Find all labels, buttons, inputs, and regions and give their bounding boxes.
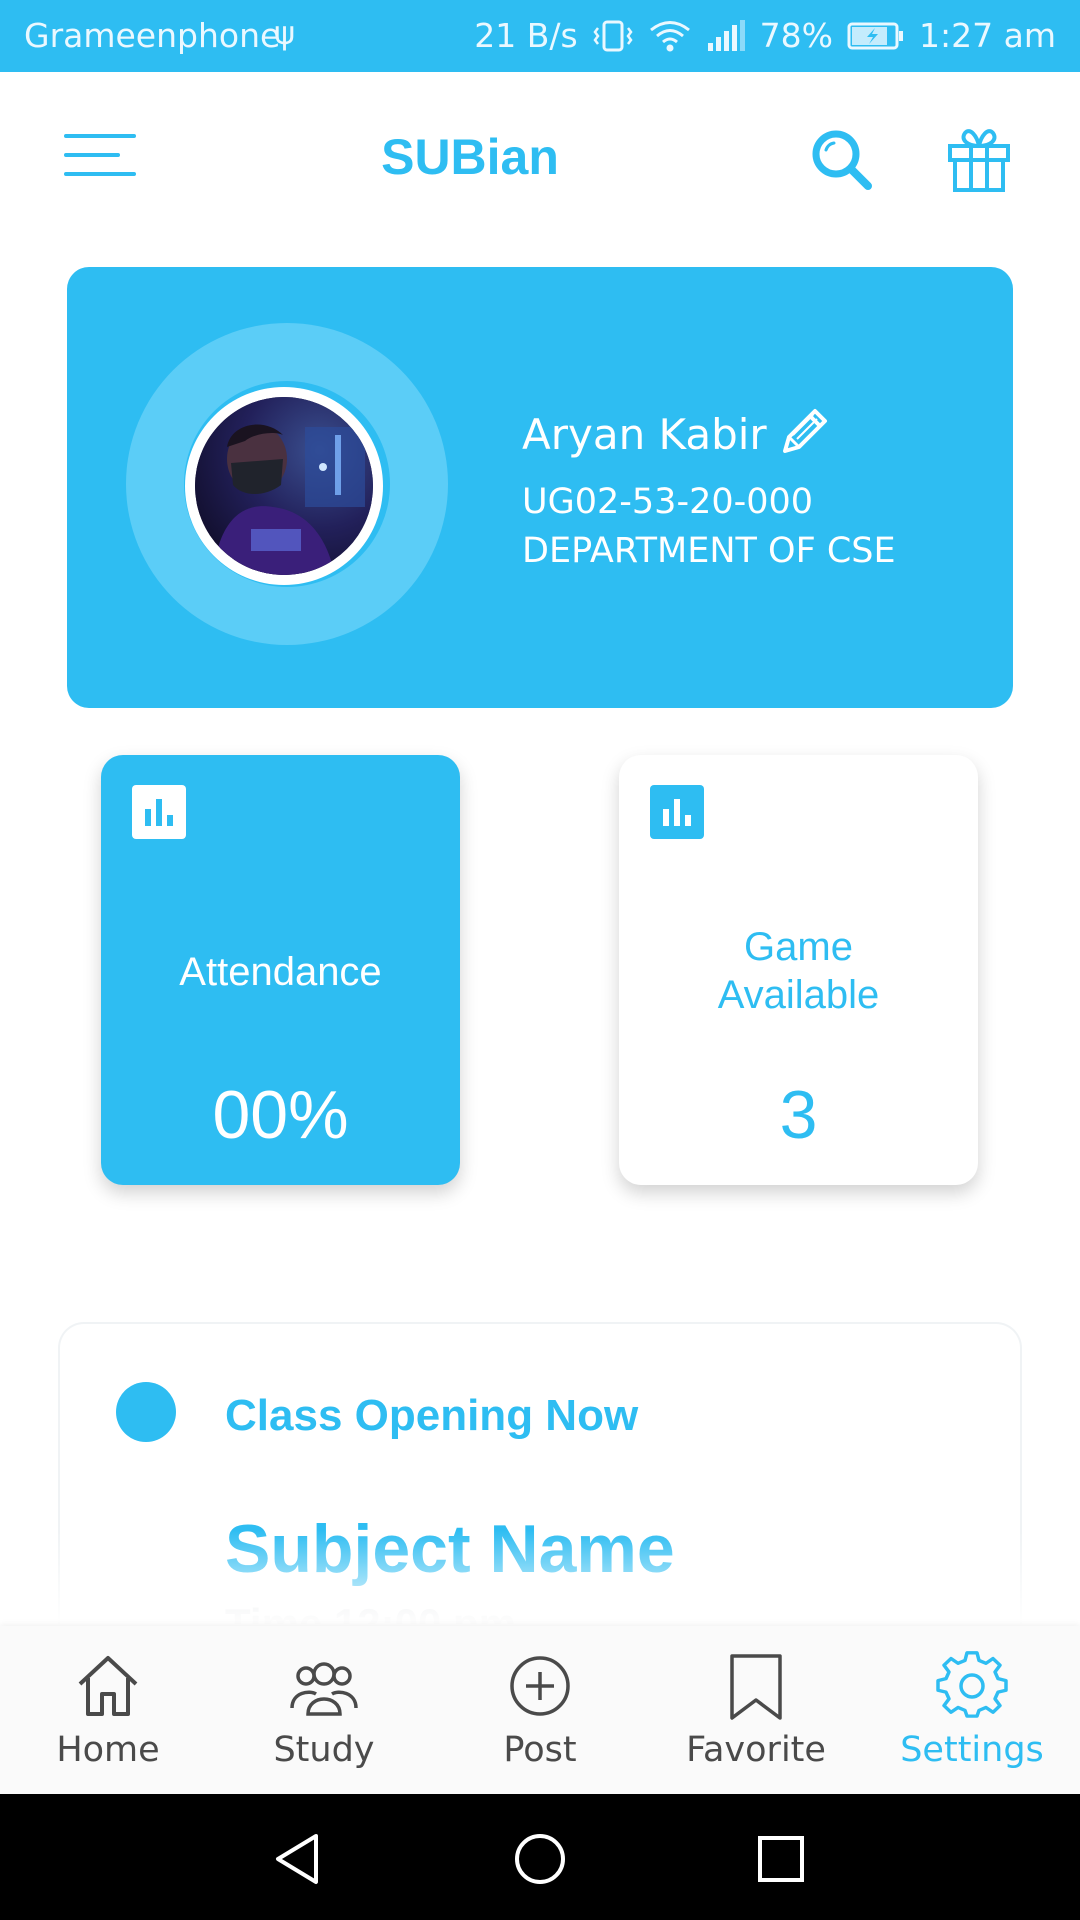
usb-icon: ψ [274, 14, 296, 52]
back-icon[interactable] [272, 1832, 326, 1886]
clock: 1:27 am [919, 16, 1056, 55]
group-icon [290, 1662, 358, 1716]
nav-study[interactable]: Study [216, 1626, 432, 1794]
plus-circle-icon [510, 1656, 570, 1716]
carrier-name: Grameenphone [24, 16, 281, 55]
home-circle-icon[interactable] [513, 1832, 567, 1886]
class-opening-heading: Class Opening Now [225, 1391, 639, 1440]
attendance-label: Attendance [179, 950, 382, 994]
nav-home[interactable]: Home [0, 1626, 216, 1794]
profile-name: Aryan Kabir [522, 410, 767, 459]
class-opening-card[interactable]: Class Opening Now Subject Name Time 12:0… [58, 1322, 1022, 1642]
department: DEPARTMENT OF CSE [522, 531, 896, 571]
nav-study-label: Study [273, 1730, 375, 1770]
signal-icon [707, 19, 745, 51]
game-label-line1: Game [744, 925, 853, 969]
game-available-label: Game Available [619, 923, 978, 1019]
status-icons: 21 B/s 78% 1:27 am [474, 16, 1056, 55]
profile-card[interactable]: Aryan Kabir UG02-53-20-000 DEPARTMENT OF… [67, 267, 1013, 708]
recents-icon[interactable] [754, 1832, 808, 1886]
app-title: SUBian [381, 129, 559, 185]
battery-charging-icon [847, 22, 904, 49]
game-available-value: 3 [779, 1077, 818, 1153]
bookmark-icon [730, 1654, 782, 1720]
avatar-photo [195, 397, 373, 575]
network-speed: 21 B/s [474, 16, 578, 55]
attendance-card[interactable]: Attendance 00% [101, 755, 460, 1185]
nav-settings-label: Settings [900, 1730, 1044, 1770]
battery-percent: 78% [759, 16, 834, 55]
vibrate-icon [593, 20, 633, 51]
gear-icon [936, 1651, 1008, 1718]
nav-favorite[interactable]: Favorite [648, 1626, 864, 1794]
nav-post-label: Post [503, 1730, 577, 1770]
attendance-value: 00% [212, 1077, 349, 1153]
nav-settings[interactable]: Settings [864, 1626, 1080, 1794]
app-bar: SUBian [0, 72, 1080, 242]
bottom-nav: Home Study Post Favorite Settings [0, 1626, 1080, 1794]
wifi-icon [649, 20, 690, 51]
game-available-card[interactable]: Game Available 3 [619, 755, 978, 1185]
game-label-line2: Available [717, 973, 880, 1017]
live-indicator-dot [116, 1382, 176, 1442]
nav-post[interactable]: Post [432, 1626, 648, 1794]
bar-chart-icon [650, 785, 704, 839]
gift-icon[interactable] [944, 124, 1014, 194]
subject-name: Subject Name [225, 1511, 675, 1587]
search-icon[interactable] [806, 124, 876, 194]
student-id: UG02-53-20-000 [522, 482, 814, 522]
home-icon [78, 1656, 138, 1716]
nav-favorite-label: Favorite [686, 1730, 826, 1770]
avatar[interactable] [185, 387, 383, 585]
status-bar: Grameenphone ψ 21 B/s 78% 1:27 am [0, 0, 1080, 72]
system-nav-bar [0, 1794, 1080, 1920]
pencil-icon[interactable] [779, 405, 831, 457]
bar-chart-icon [132, 785, 186, 839]
nav-home-label: Home [56, 1730, 160, 1770]
